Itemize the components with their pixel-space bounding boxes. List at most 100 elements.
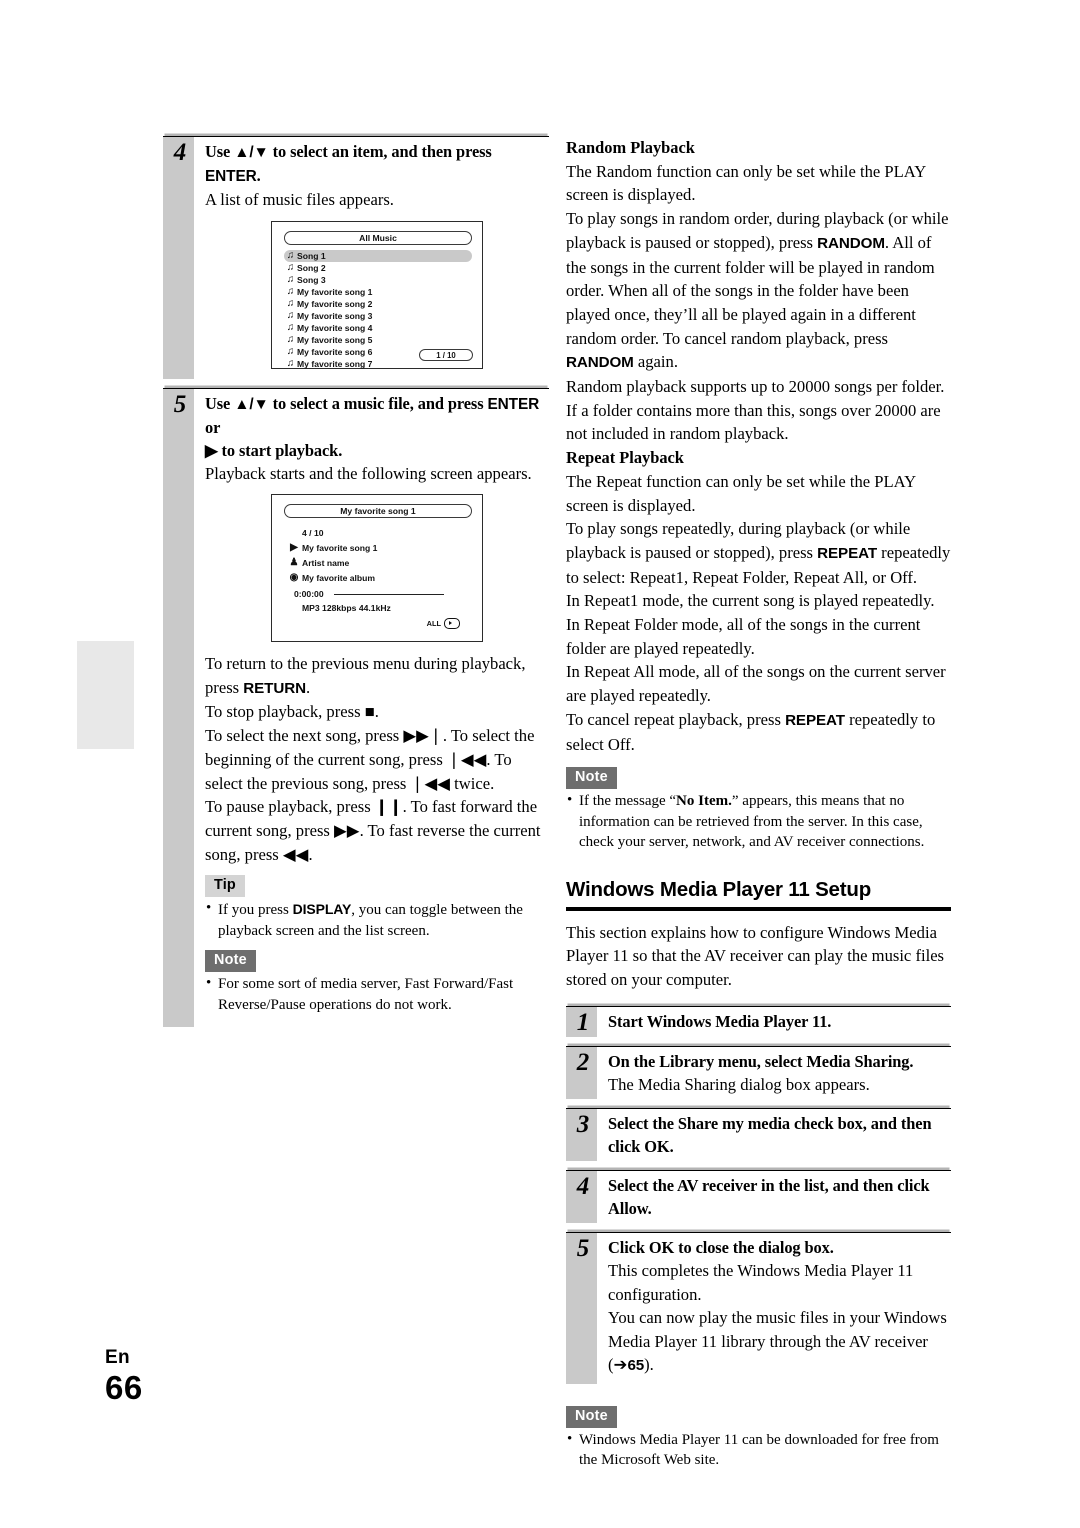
list-item[interactable]: ♫ My favorite song 3 [284, 310, 472, 322]
step-4-title-end: . [256, 166, 261, 185]
music-note-icon: ♫ [286, 285, 295, 297]
pause-text-a: To pause playback, press [205, 797, 375, 817]
display-key-label: DISPLAY [292, 901, 352, 918]
page-ref-close: ). [644, 1355, 654, 1375]
step-5-title-or: or [205, 417, 221, 437]
note-callout-download: Note Windows Media Player 11 can be down… [566, 1405, 951, 1471]
music-note-icon: ♫ [286, 273, 295, 285]
random-paragraph-1: The Random function can only be set whil… [566, 161, 926, 205]
step-4-title-mid: to select an item, and then press [268, 142, 492, 161]
progress-bar[interactable] [334, 594, 444, 596]
tip-item: If you press DISPLAY, you can toggle bet… [205, 898, 549, 941]
wmp-step-1-number: 1 [576, 1008, 590, 1036]
music-note-icon: ♫ [286, 357, 295, 369]
music-note-icon: ♫ [286, 297, 295, 309]
list-item-label: My favorite song 3 [297, 310, 373, 321]
random-key-label: RANDOM [817, 234, 885, 252]
wmp-step-5-body-2: You can now play the music files in your… [608, 1308, 947, 1351]
repeat-indicator: ALL [427, 618, 460, 629]
artist-row: ♟ Artist name [286, 557, 350, 569]
page-reference: (➔65). [608, 1355, 654, 1374]
pause-icon: ❙❙ [374, 797, 403, 817]
updown-arrows-icon: ▲/▼ [234, 144, 269, 161]
format-info-value: MP3 128kbps 44.1kHz [302, 603, 391, 613]
tip-badge: Tip [205, 875, 245, 898]
list-item[interactable]: ♫ Song 3 [284, 274, 472, 286]
random-key-label: RANDOM [566, 354, 634, 372]
list-item[interactable]: ♫ Song 1 [284, 249, 472, 262]
list-item-label: My favorite song 7 [297, 358, 373, 369]
wmp-step-5-body: This completes the Windows Media Player … [608, 1259, 951, 1384]
list-item[interactable]: ♫ Song 2 [284, 262, 472, 274]
page-ref-number: 65 [627, 1357, 645, 1375]
repeat-key-label: REPEAT [785, 711, 845, 729]
music-note-icon: ♫ [286, 345, 295, 357]
step-5-body: Playback starts and the following screen… [205, 463, 532, 483]
step-5: 5 Use ▲/▼ to select a music file, and pr… [163, 387, 549, 1028]
elapsed-time: 0:00:00 [294, 588, 324, 600]
list-page-indicator: 1 / 10 [419, 348, 473, 361]
now-playing-row: ▶ My favorite song 1 [286, 542, 377, 554]
fast-reverse-icon: ◀◀ [282, 844, 309, 864]
list-item[interactable]: ♫ My favorite song 5 [284, 334, 472, 346]
prev-track-icon: ❘◀◀ [410, 773, 450, 793]
wmp-step-4-title: Select the AV receiver in the list, and … [608, 1176, 930, 1219]
wmp-step-1-title: Start Windows Media Player 11. [608, 1011, 832, 1031]
music-note-icon: ♫ [286, 321, 295, 333]
wmp-step-2-title: On the Library menu, select Media Sharin… [608, 1051, 914, 1071]
note-badge: Note [205, 950, 256, 973]
play-icon: ▶ [205, 440, 218, 460]
step-4-title: Use ▲/▼ to select an item, and then pres… [205, 137, 549, 188]
list-item-label: My favorite song 1 [297, 286, 373, 297]
wmp-step-4-number: 4 [576, 1173, 590, 1201]
enter-key-label: ENTER [205, 168, 257, 185]
stop-instruction-post: . [374, 702, 379, 722]
list-item[interactable]: ♫ My favorite song 2 [284, 298, 472, 310]
random-paragraph-3: Random playback supports up to 20000 son… [566, 377, 945, 444]
tip-callout: Tip If you press DISPLAY, you can toggle… [205, 875, 549, 941]
right-column: Random Playback The Random function can … [566, 136, 951, 1471]
artist-name: Artist name [302, 558, 350, 568]
format-info: MP3 128kbps 44.1kHz [302, 602, 391, 614]
repeat-paragraph-2: To play songs repeatedly, during playbac… [566, 517, 951, 589]
repeat-paragraph-3: In Repeat1 mode, the current song is pla… [566, 591, 935, 611]
tip-item-pre: If you press [218, 902, 293, 919]
play-icon: ▶ [290, 542, 298, 553]
wmp-step-5: 5 Click OK to close the dialog box. This… [566, 1232, 951, 1384]
music-note-icon: ♫ [286, 309, 295, 321]
wmp-step-5-body-1: This completes the Windows Media Player … [608, 1261, 914, 1304]
page-number: 66 [105, 1369, 143, 1406]
list-screen-wrap: All Music ♫ Song 1 ♫ Song 2 ♫ Song 3 ♫ My fa… [205, 220, 549, 379]
repeat-paragraph-4: In Repeat Folder mode, all of the songs … [566, 615, 921, 658]
stop-instruction: To stop playback, press ■. [205, 700, 549, 724]
list-screen-title: All Music [284, 230, 472, 245]
wmp-step-2-body: The Media Sharing dialog box appears. [608, 1074, 870, 1094]
wmp-step-5-number: 5 [576, 1235, 590, 1263]
note-item: For some sort of media server, Fast Forw… [205, 973, 549, 1015]
album-name: My favorite album [302, 573, 376, 583]
prev-track-icon: ❘◀◀ [446, 749, 487, 769]
wmp-step-1: 1 Start Windows Media Player 11. [566, 1005, 951, 1037]
return-key-label: RETURN [243, 679, 306, 697]
wmp-step-2: 2 On the Library menu, select Media Shar… [566, 1045, 951, 1100]
repeat-icon [444, 618, 460, 629]
repeat-p6-a: To cancel repeat playback, press [566, 709, 786, 729]
note-item-a: If the message “ [579, 793, 677, 810]
note-list: For some sort of media server, Fast Forw… [205, 973, 549, 1015]
list-item-label: My favorite song 5 [297, 334, 373, 345]
random-playback-heading: Random Playback [566, 138, 695, 157]
arrow-right-icon: ➔ [613, 1355, 628, 1375]
wmp-step-2-number: 2 [576, 1048, 590, 1076]
step-5-title-pre: Use [205, 393, 235, 413]
step-4-title-pre: Use [205, 142, 235, 161]
list-item[interactable]: ♫ My favorite song 1 [284, 286, 472, 298]
list-item-label: My favorite song 2 [297, 298, 373, 309]
step-5-title-line2: to start playback. [217, 440, 343, 460]
playback-screen-title: My favorite song 1 [284, 504, 472, 518]
next-track-icon: ▶▶❘ [403, 726, 443, 746]
language-label: En [105, 1347, 130, 1368]
music-note-icon: ♫ [286, 333, 295, 345]
list-item[interactable]: ♫ My favorite song 4 [284, 322, 472, 334]
repeat-playback-heading: Repeat Playback [566, 448, 684, 468]
updown-arrows-icon: ▲/▼ [234, 395, 269, 413]
